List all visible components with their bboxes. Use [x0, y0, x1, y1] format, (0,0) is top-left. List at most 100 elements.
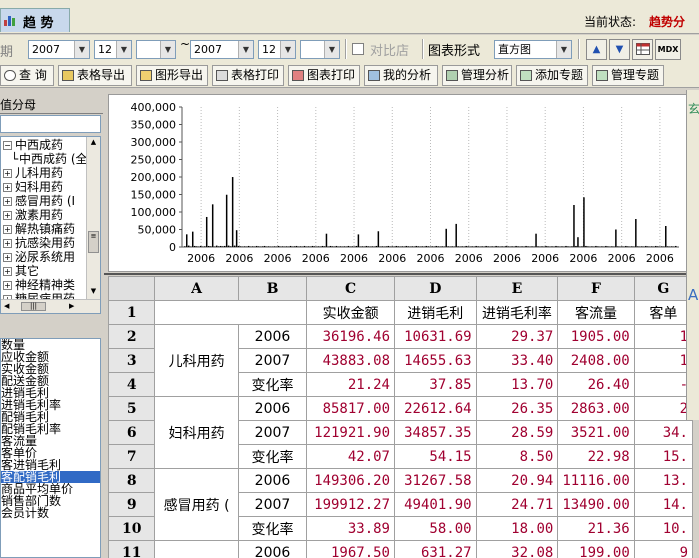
column-letter[interactable]: F [557, 276, 635, 301]
window-tab[interactable]: 趋 势 [0, 8, 70, 32]
value-cell[interactable]: 3521.00 [557, 420, 635, 445]
header-blank[interactable] [154, 300, 308, 325]
value-cell[interactable]: 42.07 [306, 444, 395, 469]
row-number[interactable]: 11 [108, 540, 156, 558]
row-number[interactable]: 10 [108, 516, 156, 541]
value-cell[interactable]: 85817.00 [306, 396, 395, 421]
period-cell[interactable]: 变化率 [237, 444, 308, 469]
value-cell[interactable]: 33.40 [475, 348, 559, 373]
period-cell[interactable]: 2007 [237, 492, 308, 517]
value-cell[interactable]: 13.70 [475, 372, 559, 397]
row-number[interactable]: 9 [108, 492, 156, 517]
measure-item[interactable]: 会员计数 [1, 507, 100, 519]
category-cell[interactable] [154, 540, 239, 558]
print-table-button[interactable]: 表格打印 [212, 65, 284, 86]
value-cell[interactable]: 1 [633, 348, 693, 373]
table-view-button[interactable] [632, 39, 653, 60]
value-cell[interactable]: 29.37 [475, 324, 559, 349]
scroll-right-icon[interactable]: ▶ [69, 302, 74, 310]
panel-filter-input[interactable] [0, 115, 101, 133]
expand-icon[interactable]: + [3, 253, 12, 262]
value-cell[interactable]: 31267.58 [394, 468, 477, 493]
query-button[interactable]: 查 询 [0, 65, 54, 86]
row-number[interactable]: 1 [108, 300, 156, 325]
mdx-button[interactable]: MDX [655, 39, 681, 60]
start-year-select[interactable]: 2007 ▼ [28, 40, 90, 59]
value-cell[interactable]: 49401.90 [394, 492, 477, 517]
value-cell[interactable]: - [633, 372, 693, 397]
value-cell[interactable]: 22.98 [557, 444, 635, 469]
column-letter[interactable]: E [475, 276, 559, 301]
value-cell[interactable]: 34857.35 [394, 420, 477, 445]
expand-icon[interactable]: + [3, 183, 12, 192]
grid-corner[interactable] [108, 276, 156, 301]
value-cell[interactable]: 13. [633, 468, 693, 493]
row-number[interactable]: 8 [108, 468, 156, 493]
expand-icon[interactable]: + [3, 169, 12, 178]
tree-item[interactable]: + 儿科用药 [3, 166, 63, 180]
tree-item[interactable]: + 解热镇痛药 [3, 222, 75, 236]
tree-vertical-scrollbar[interactable]: ▲ ≡ ▼ [86, 137, 100, 313]
start-extra-select[interactable]: ▼ [136, 40, 176, 59]
expand-icon[interactable]: + [3, 267, 12, 276]
compare-store-checkbox[interactable] [352, 43, 364, 55]
value-cell[interactable]: 37.85 [394, 372, 477, 397]
tree-item[interactable]: └中西成药 (全 [11, 152, 88, 166]
header-cell[interactable]: 进销毛利率 [475, 300, 559, 325]
tree-item[interactable]: + 感冒用药 (I [3, 194, 75, 208]
measure-list[interactable]: 数量 应收金额 实收金额 配送金额 进销毛利 进销毛利率 配销毛利 配销毛利率 客流量 客单价 客进… [0, 338, 101, 558]
expand-icon[interactable]: + [3, 225, 12, 234]
print-chart-button[interactable]: 图表打印 [288, 65, 360, 86]
split-divider[interactable] [104, 273, 699, 275]
data-grid[interactable]: A B C D E F G 1 实收金额 进销毛利 进销毛利率 客流量 客单 2… [108, 276, 693, 558]
category-cell[interactable]: 感冒用药 ( [154, 468, 239, 541]
tree-horizontal-scrollbar[interactable]: ◀ ||| ▶ [1, 299, 100, 313]
tree-item[interactable]: + 其它 [3, 264, 39, 278]
expand-icon[interactable]: + [3, 239, 12, 248]
value-cell[interactable]: 14655.63 [394, 348, 477, 373]
scroll-thumb[interactable]: ≡ [88, 231, 99, 253]
value-cell[interactable]: 20.94 [475, 468, 559, 493]
value-cell[interactable]: 36196.46 [306, 324, 395, 349]
value-cell[interactable]: 9 [633, 540, 693, 558]
scroll-thumb[interactable]: ||| [21, 302, 46, 311]
tree-item[interactable]: + 泌尿系统用 [3, 250, 75, 264]
move-down-button[interactable]: ▼ [609, 39, 630, 60]
value-cell[interactable]: 11116.00 [557, 468, 635, 493]
value-cell[interactable]: 15. [633, 444, 693, 469]
value-cell[interactable]: 8.50 [475, 444, 559, 469]
my-analysis-button[interactable]: 我的分析 [364, 65, 438, 86]
value-cell[interactable]: 631.27 [394, 540, 477, 558]
period-cell[interactable]: 变化率 [237, 516, 308, 541]
manage-analysis-button[interactable]: 管理分析 [442, 65, 512, 86]
scroll-down-icon[interactable]: ▼ [88, 287, 99, 298]
value-cell[interactable]: 26.35 [475, 396, 559, 421]
value-cell[interactable]: 1967.50 [306, 540, 395, 558]
value-cell[interactable]: 28.59 [475, 420, 559, 445]
value-cell[interactable]: 33.89 [306, 516, 395, 541]
value-cell[interactable]: 21.24 [306, 372, 395, 397]
export-table-button[interactable]: 表格导出 [58, 65, 132, 86]
period-cell[interactable]: 变化率 [237, 372, 308, 397]
value-cell[interactable]: 34. [633, 420, 693, 445]
value-cell[interactable]: 32.08 [475, 540, 559, 558]
value-cell[interactable]: 14. [633, 492, 693, 517]
tree-item[interactable]: + 神经精神类 [3, 278, 75, 292]
period-cell[interactable]: 2006 [237, 468, 308, 493]
value-cell[interactable]: 1 [633, 324, 693, 349]
category-cell[interactable]: 妇科用药 [154, 396, 239, 469]
row-number[interactable]: 3 [108, 348, 156, 373]
value-cell[interactable]: 43883.08 [306, 348, 395, 373]
collapse-icon[interactable]: − [3, 141, 12, 150]
category-tree[interactable]: − 中西成药 └中西成药 (全 + 儿科用药 + 妇科用药 + 感冒用药 (I + 激素用药 + 解热镇… [0, 136, 101, 314]
tree-item[interactable]: + 激素用药 [3, 208, 63, 222]
period-cell[interactable]: 2006 [237, 324, 308, 349]
expand-icon[interactable]: + [3, 211, 12, 220]
header-cell[interactable]: 实收金额 [306, 300, 395, 325]
header-cell[interactable]: 客单 [633, 300, 693, 325]
column-letter[interactable]: D [394, 276, 477, 301]
move-up-button[interactable]: ▲ [586, 39, 607, 60]
value-cell[interactable]: 10631.69 [394, 324, 477, 349]
value-cell[interactable]: 58.00 [394, 516, 477, 541]
value-cell[interactable]: 199.00 [557, 540, 635, 558]
